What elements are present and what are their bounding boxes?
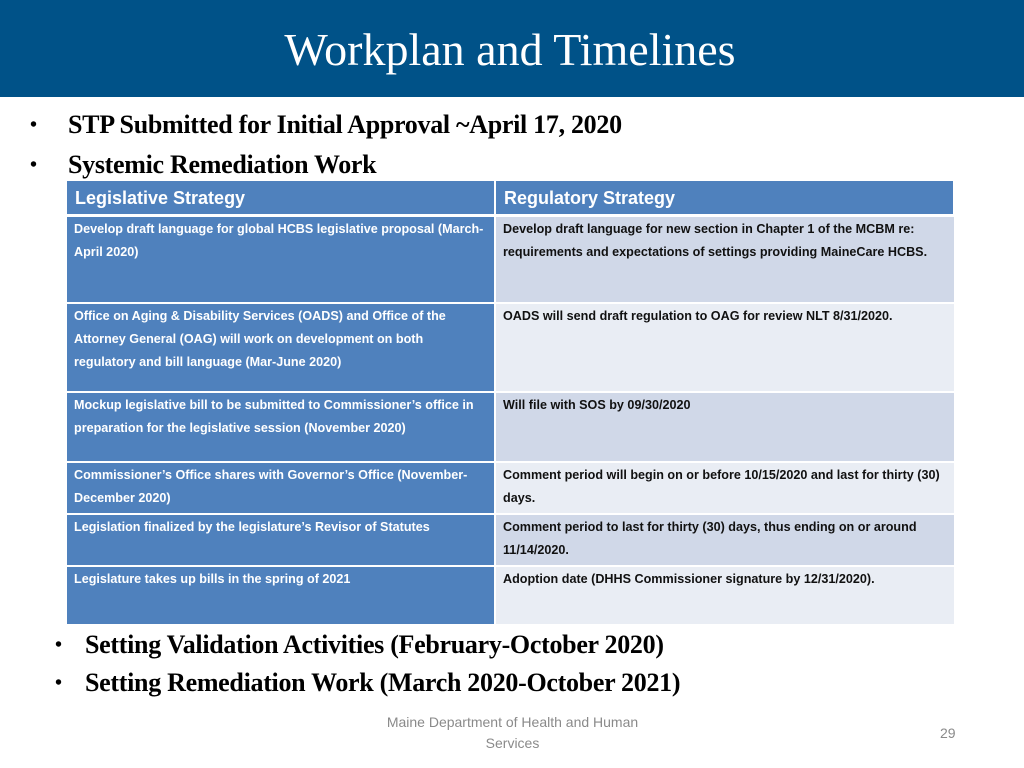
legislative-cell: Develop draft language for global HCBS l…	[67, 215, 496, 304]
bullet-systemic-remediation: • Systemic Remediation Work	[30, 150, 377, 180]
bullet-text: Setting Validation Activities (February-…	[85, 630, 664, 659]
table-row: Develop draft language for global HCBS l…	[67, 215, 954, 304]
bullet-text: Systemic Remediation Work	[68, 150, 377, 179]
bullet-dot-icon: •	[30, 153, 37, 176]
page-number: 29	[940, 725, 956, 741]
legislative-cell: Office on Aging & Disability Services (O…	[67, 303, 496, 393]
bullet-text: Setting Remediation Work (March 2020-Oct…	[85, 668, 681, 697]
table-header-row: Legislative Strategy Regulatory Strategy	[67, 181, 955, 217]
strategy-table: Legislative Strategy Regulatory Strategy…	[67, 181, 955, 626]
slide-title: Workplan and Timelines	[284, 24, 736, 75]
bullet-text: STP Submitted for Initial Approval ~Apri…	[68, 110, 622, 139]
bullet-dot-icon: •	[55, 671, 62, 694]
table-row: Legislature takes up bills in the spring…	[67, 566, 954, 626]
legislative-cell: Legislature takes up bills in the spring…	[67, 566, 496, 626]
table-row: Office on Aging & Disability Services (O…	[67, 303, 954, 393]
bullet-stp-submitted: • STP Submitted for Initial Approval ~Ap…	[30, 110, 622, 140]
regulatory-cell: OADS will send draft regulation to OAG f…	[495, 303, 954, 393]
regulatory-cell: Comment period to last for thirty (30) d…	[495, 514, 954, 567]
bullet-setting-remediation: • Setting Remediation Work (March 2020-O…	[55, 668, 681, 698]
bullet-dot-icon: •	[55, 633, 62, 656]
bullet-setting-validation: • Setting Validation Activities (Februar…	[55, 630, 664, 660]
legislative-cell: Commissioner’s Office shares with Govern…	[67, 462, 496, 515]
table-row: Commissioner’s Office shares with Govern…	[67, 462, 954, 515]
bullet-dot-icon: •	[30, 113, 37, 136]
table-row: Legislation finalized by the legislature…	[67, 514, 954, 567]
regulatory-cell: Comment period will begin on or before 1…	[495, 462, 954, 515]
regulatory-cell: Will file with SOS by 09/30/2020	[495, 392, 954, 463]
footer-text: Maine Department of Health and Human Ser…	[386, 714, 639, 751]
title-bar: Workplan and Timelines	[0, 0, 1024, 97]
legislative-cell: Mockup legislative bill to be submitted …	[67, 392, 496, 463]
header-regulatory-strategy: Regulatory Strategy	[495, 181, 955, 217]
legislative-cell: Legislation finalized by the legislature…	[67, 514, 496, 567]
regulatory-cell: Develop draft language for new section i…	[495, 215, 954, 304]
regulatory-cell: Adoption date (DHHS Commissioner signatu…	[495, 566, 954, 626]
header-legislative-strategy: Legislative Strategy	[67, 181, 496, 217]
table-row: Mockup legislative bill to be submitted …	[67, 392, 954, 463]
